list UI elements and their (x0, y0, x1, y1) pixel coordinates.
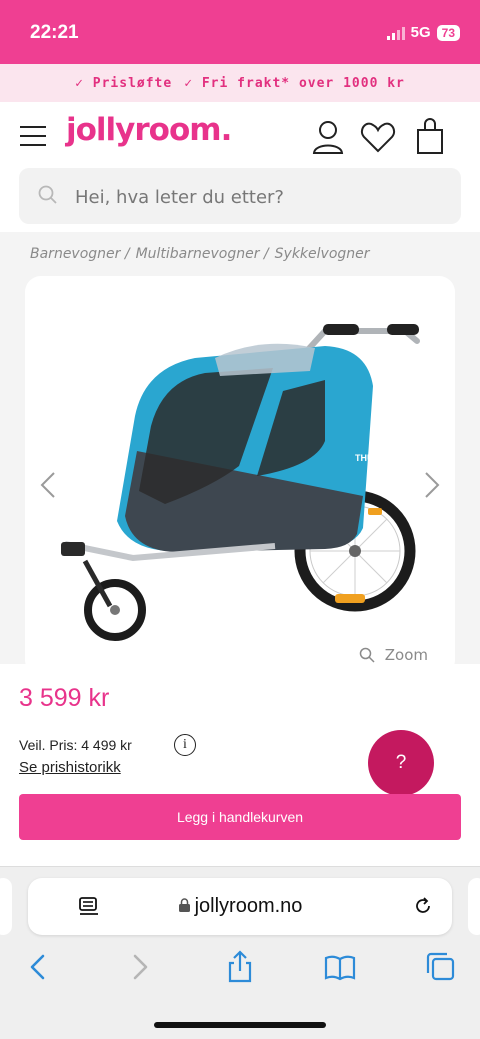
home-indicator (154, 1022, 326, 1028)
menu-icon[interactable] (20, 126, 46, 146)
bookmarks-icon[interactable] (324, 950, 356, 984)
search-input[interactable] (73, 180, 447, 214)
account-icon[interactable] (310, 118, 346, 156)
zoom-button[interactable]: Zoom (359, 646, 428, 664)
next-tab-edge[interactable] (468, 878, 480, 935)
add-to-cart-button[interactable]: Legg i handlekurven (19, 794, 461, 840)
previous-tab-edge[interactable] (0, 878, 12, 935)
info-icon[interactable]: i (174, 734, 196, 756)
promo-free-shipping: ✓ Fri frakt* over 1000 kr (184, 75, 405, 91)
zoom-magnifier-icon (359, 647, 375, 663)
breadcrumb-item-multi-prams[interactable]: Multibarnevogner / (136, 246, 269, 262)
signal-icon (386, 26, 405, 40)
product-image: THULE (61, 324, 420, 641)
network-label: 5G (410, 24, 431, 41)
reload-icon[interactable] (412, 895, 434, 917)
recommended-price: Veil. Pris: 4 499 kr (19, 737, 132, 753)
image-brand-label: THULE (355, 453, 385, 463)
breadcrumb-item-bike-trailers[interactable]: Sykkelvogner (275, 246, 370, 262)
url-text: jollyroom.no (194, 895, 303, 917)
lock-icon (178, 898, 190, 912)
product-price: 3 599 kr (19, 684, 110, 712)
help-chat-button[interactable]: ? (368, 730, 434, 796)
share-icon[interactable] (224, 950, 256, 984)
site-logo[interactable]: jollyroom. (66, 112, 232, 148)
back-icon[interactable] (22, 950, 54, 984)
tabs-icon[interactable] (424, 950, 456, 984)
battery-icon: 73 (436, 24, 460, 41)
gallery-next-arrow-icon[interactable] (422, 470, 442, 500)
forward-icon[interactable] (124, 950, 156, 984)
url-display[interactable]: jollyroom.no (28, 895, 452, 918)
product-image-card[interactable]: THULE (25, 276, 455, 676)
status-bar: 22:21 5G 73 (0, 0, 480, 64)
address-bar[interactable]: jollyroom.no (28, 878, 452, 935)
zoom-label: Zoom (384, 646, 428, 664)
status-indicators: 5G 73 (386, 24, 460, 41)
search-icon (38, 185, 57, 204)
status-time: 22:21 (30, 22, 79, 43)
search-bar (19, 168, 461, 224)
cart-bag-icon[interactable] (412, 118, 448, 156)
breadcrumb: Barnevogner / Multibarnevogner / Sykkelv… (30, 246, 370, 262)
wishlist-heart-icon[interactable] (360, 118, 396, 156)
promo-price-promise: ✓ Prisløfte (75, 75, 173, 91)
breadcrumb-item-prams[interactable]: Barnevogner / (30, 246, 130, 262)
price-history-link[interactable]: Se prishistorikk (19, 759, 121, 776)
promo-banner: ✓ Prisløfte ✓ Fri frakt* over 1000 kr (0, 64, 480, 102)
gallery-prev-arrow-icon[interactable] (38, 470, 58, 500)
